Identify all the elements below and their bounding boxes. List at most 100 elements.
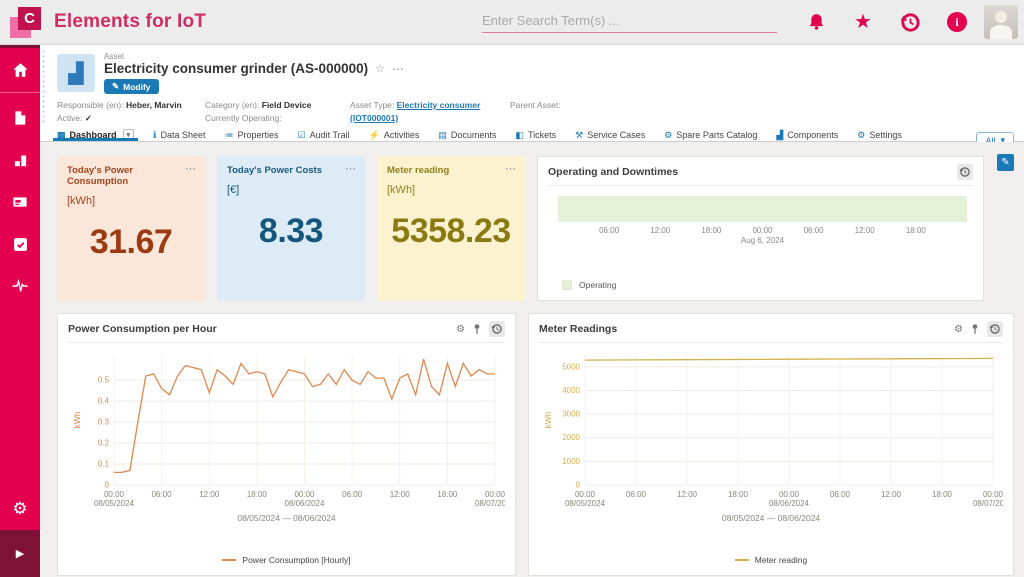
power-consumption-chart[interactable]: 00.10.20.30.40.5kWh00:0008/05/202406:001… bbox=[68, 343, 505, 515]
favorites-star-icon[interactable]: ★ bbox=[852, 11, 874, 33]
tab-label: Properties bbox=[238, 130, 279, 140]
svg-text:1000: 1000 bbox=[562, 457, 580, 466]
legend-label: Meter reading bbox=[755, 555, 807, 565]
operating-timeline-bar[interactable] bbox=[558, 196, 967, 222]
svg-text:08/07/2024: 08/07/2024 bbox=[973, 499, 1003, 508]
kpi-unit: [kWh] bbox=[387, 184, 515, 196]
asset-menu-icon[interactable]: ⋯ bbox=[392, 62, 405, 76]
pin-icon[interactable] bbox=[971, 323, 979, 335]
tab-label: Dashboard bbox=[70, 130, 117, 140]
sidebar-item-home[interactable] bbox=[0, 48, 40, 93]
tab-settings[interactable]: ⚙ Settings bbox=[857, 129, 902, 141]
sidebar-item-documents[interactable] bbox=[0, 97, 40, 139]
kpi-unit: [€] bbox=[227, 184, 355, 196]
app-logo[interactable]: C bbox=[10, 7, 41, 38]
svg-text:12:00: 12:00 bbox=[677, 490, 698, 499]
sidebar-item-settings[interactable]: ⚙ bbox=[0, 488, 40, 530]
tab-properties[interactable]: ≔ Properties bbox=[225, 129, 279, 141]
meter-legend[interactable]: Meter reading bbox=[539, 555, 1003, 567]
gear-icon[interactable]: ⚙ bbox=[456, 324, 465, 335]
tab-label: Settings bbox=[869, 130, 902, 140]
kpi-menu-icon[interactable]: ⋯ bbox=[505, 162, 516, 175]
tab-activities[interactable]: ⚡Activities bbox=[369, 129, 420, 141]
modify-label: Modify bbox=[123, 82, 150, 92]
user-avatar[interactable] bbox=[984, 5, 1018, 39]
tab-documents[interactable]: ▤Documents bbox=[438, 129, 496, 141]
asset-metadata: Responsible (en): Heber, Marvin Active: … bbox=[57, 94, 1014, 129]
sidebar-item-activity[interactable] bbox=[0, 265, 40, 307]
asset-type-label: Asset Type: bbox=[350, 100, 394, 110]
info-icon[interactable]: i bbox=[946, 11, 968, 33]
tab-audit-trail[interactable]: ☑Audit Trail bbox=[298, 129, 350, 141]
svg-text:4000: 4000 bbox=[562, 386, 580, 395]
sidebar-item-tasks[interactable] bbox=[0, 223, 40, 265]
dashboard-dropdown-caret[interactable]: ▾ bbox=[123, 129, 135, 141]
power-legend[interactable]: Power Consumption [Hourly] bbox=[68, 555, 505, 567]
svg-text:0.4: 0.4 bbox=[98, 397, 110, 406]
history-icon[interactable] bbox=[957, 164, 973, 180]
svg-text:2000: 2000 bbox=[562, 434, 580, 443]
parent-asset-label: Parent Asset: bbox=[510, 100, 561, 110]
responsible-value: Heber, Marvin bbox=[126, 100, 182, 110]
asset-kind-label: Asset bbox=[104, 52, 405, 61]
sidebar-item-assets[interactable] bbox=[0, 139, 40, 181]
sidebar-expand-button[interactable]: ▶ bbox=[0, 530, 40, 577]
svg-text:kWh: kWh bbox=[72, 412, 82, 429]
tab-label: Documents bbox=[451, 130, 497, 140]
axis-tick-label: 06:00 bbox=[599, 226, 619, 235]
tab-data-sheet[interactable]: ℹData Sheet bbox=[153, 129, 205, 141]
meter-readings-chart[interactable]: 010002000300040005000kWh00:0008/05/20240… bbox=[539, 343, 1003, 515]
operating-downtimes-panel: Operating and Downtimes Aug 6, 2024 06:0… bbox=[537, 156, 984, 301]
x-axis-range-label: 08/05/2024 — 08/06/2024 bbox=[539, 513, 1003, 523]
svg-text:06:00: 06:00 bbox=[830, 490, 851, 499]
svg-text:12:00: 12:00 bbox=[390, 490, 411, 499]
pin-icon[interactable] bbox=[473, 323, 481, 335]
properties-icon: ≔ bbox=[225, 130, 234, 141]
legend-label: Power Consumption [Hourly] bbox=[242, 555, 350, 565]
kpi-menu-icon[interactable]: ⋯ bbox=[185, 162, 196, 175]
edit-dashboard-button[interactable]: ✎ bbox=[997, 154, 1014, 171]
spare-parts-icon: ⚙ bbox=[664, 130, 672, 141]
drag-handle[interactable] bbox=[41, 49, 47, 125]
tab-components[interactable]: ▟Components bbox=[776, 129, 838, 141]
axis-tick-label: 00:00 bbox=[752, 226, 772, 235]
svg-text:06:00: 06:00 bbox=[152, 490, 173, 499]
favorite-star-icon[interactable]: ☆ bbox=[375, 62, 385, 75]
panel-title: Operating and Downtimes bbox=[548, 166, 678, 178]
operating-legend[interactable]: Operating bbox=[548, 280, 973, 292]
tab-spare-parts-catalog[interactable]: ⚙Spare Parts Catalog bbox=[664, 129, 757, 141]
tab-label: Service Cases bbox=[587, 130, 645, 140]
kpi-unit: [kWh] bbox=[67, 195, 195, 207]
history-icon[interactable] bbox=[489, 321, 505, 337]
svg-text:0: 0 bbox=[576, 481, 581, 490]
kpi-menu-icon[interactable]: ⋯ bbox=[345, 162, 356, 175]
history-icon[interactable] bbox=[987, 321, 1003, 337]
settings-icon: ⚙ bbox=[857, 130, 865, 141]
svg-text:0.5: 0.5 bbox=[98, 376, 110, 385]
tab-service-cases[interactable]: ⚒Service Cases bbox=[575, 129, 645, 141]
gear-icon[interactable]: ⚙ bbox=[954, 324, 963, 335]
tab-tickets[interactable]: ◧Tickets bbox=[515, 129, 556, 141]
svg-text:18:00: 18:00 bbox=[728, 490, 749, 499]
card-icon bbox=[11, 194, 29, 210]
timeline-axis: Aug 6, 2024 06:0012:0018:0000:0006:0012:… bbox=[558, 224, 967, 236]
bell-icon[interactable] bbox=[805, 11, 827, 33]
kpi-power-costs: Today's Power Costs ⋯ [€] 8.33 bbox=[217, 156, 365, 301]
legend-swatch bbox=[735, 559, 749, 561]
tab-label: Data Sheet bbox=[160, 130, 205, 140]
kpi-title: Meter reading bbox=[387, 165, 515, 176]
axis-tick-label: 06:00 bbox=[804, 226, 824, 235]
active-value: ✓ bbox=[85, 113, 92, 123]
search-input[interactable] bbox=[482, 11, 777, 32]
modify-button[interactable]: ✎ Modify bbox=[104, 79, 159, 94]
history-icon[interactable] bbox=[899, 11, 921, 33]
sidebar-item-cards[interactable] bbox=[0, 181, 40, 223]
global-search[interactable] bbox=[482, 11, 777, 33]
asset-tabs: ▦ Dashboard ▾ ℹData Sheet ≔ Properties ☑A… bbox=[40, 129, 1024, 142]
tab-dashboard[interactable]: ▦ Dashboard ▾ bbox=[57, 129, 134, 141]
axis-tick-label: 12:00 bbox=[855, 226, 875, 235]
svg-text:12:00: 12:00 bbox=[881, 490, 902, 499]
pencil-icon: ✎ bbox=[1001, 157, 1009, 168]
gear-icon: ⚙ bbox=[12, 499, 27, 519]
svg-text:kWh: kWh bbox=[543, 412, 553, 429]
